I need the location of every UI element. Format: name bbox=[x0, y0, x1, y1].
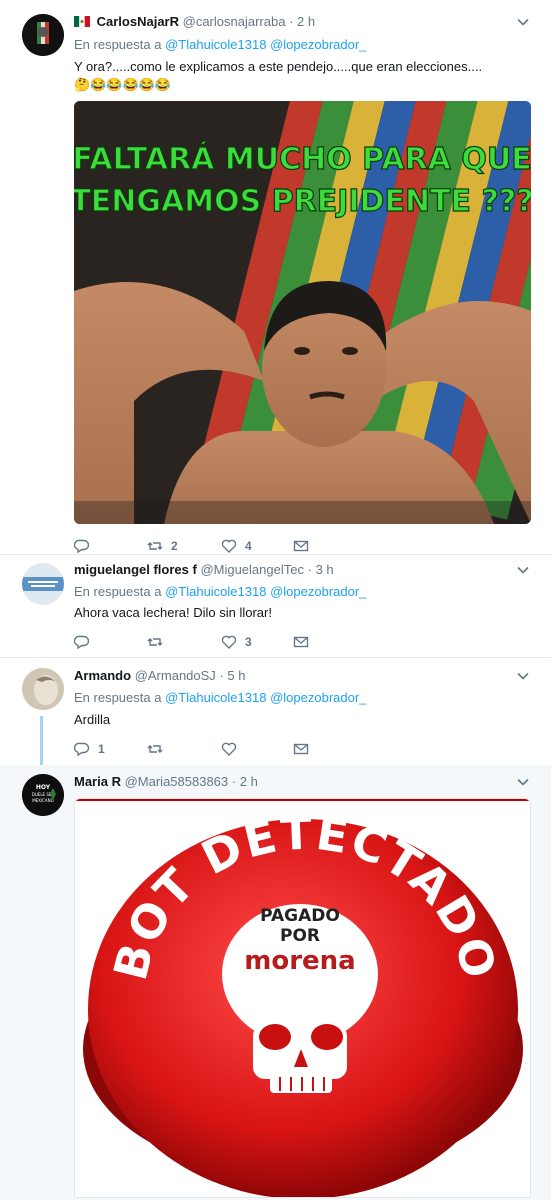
like-count: 3 bbox=[245, 635, 252, 649]
like-button[interactable] bbox=[221, 740, 237, 758]
tweet-header: Maria R @Maria58583863 · 2 h bbox=[74, 774, 258, 789]
tweet-text: Y ora?.....como le explicamos a este pen… bbox=[74, 58, 482, 94]
retweet-button[interactable]: 2 bbox=[147, 537, 178, 555]
reply-context: En respuesta a @Tlahuicole1318 @lopezobr… bbox=[74, 690, 366, 705]
timestamp[interactable]: 5 h bbox=[227, 668, 245, 683]
separator: · bbox=[307, 562, 312, 577]
tweet-maria-r[interactable]: HOY DUELE SER MEXICANO Maria R @Maria585… bbox=[0, 765, 551, 1200]
display-name[interactable]: CarlosNajarR bbox=[97, 14, 179, 29]
avatar[interactable]: HOY DUELE SER MEXICANO bbox=[22, 774, 64, 816]
reply-label: En respuesta a bbox=[74, 584, 162, 599]
avatar-text-line: MEXICANO bbox=[32, 798, 54, 803]
envelope-icon bbox=[293, 540, 309, 552]
thread-connector bbox=[40, 716, 43, 765]
timestamp[interactable]: 2 h bbox=[240, 774, 258, 789]
envelope-icon bbox=[293, 636, 309, 648]
username[interactable]: @carlosnajarraba bbox=[183, 14, 286, 29]
image-caption-line1: FALTARÁ MUCHO PARA QUE bbox=[74, 141, 531, 177]
retweet-icon bbox=[147, 638, 163, 646]
heart-icon bbox=[221, 635, 237, 649]
mention-link[interactable]: @lopezobrador_ bbox=[270, 584, 366, 599]
tweet-emoji-line: 🤔😂😂😂😂😂 bbox=[74, 77, 172, 92]
separator: · bbox=[231, 774, 237, 789]
retweet-icon bbox=[147, 542, 163, 550]
reply-label: En respuesta a bbox=[74, 37, 162, 52]
image-text-line: POR bbox=[280, 926, 320, 946]
direct-message-button[interactable] bbox=[293, 740, 309, 758]
mention-link[interactable]: @lopezobrador_ bbox=[270, 690, 366, 705]
like-button[interactable]: 4 bbox=[221, 537, 252, 555]
retweet-count: 2 bbox=[171, 539, 178, 553]
separator: · bbox=[219, 668, 224, 683]
reply-icon bbox=[74, 742, 90, 757]
tweet-miguelangel[interactable]: miguelangel flores f @MiguelangelTec · 3… bbox=[0, 555, 551, 658]
chevron-down-icon[interactable] bbox=[517, 564, 529, 576]
tweet-carlosnajarr[interactable]: CarlosNajarR @carlosnajarraba · 2 h En r… bbox=[0, 0, 551, 555]
tweet-actions: 2 4 bbox=[74, 537, 454, 555]
tweet-text-line: Y ora?.....como le explicamos a este pen… bbox=[74, 59, 483, 74]
chevron-down-icon[interactable] bbox=[517, 670, 529, 682]
timestamp[interactable]: 3 h bbox=[316, 562, 334, 577]
reply-button[interactable]: 1 bbox=[74, 740, 105, 758]
avatar[interactable] bbox=[22, 668, 64, 710]
separator: · bbox=[289, 14, 294, 29]
reply-context: En respuesta a @Tlahuicole1318 @lopezobr… bbox=[74, 584, 366, 599]
tweet-header: Armando @ArmandoSJ · 5 h bbox=[74, 668, 245, 683]
display-name[interactable]: miguelangel flores f bbox=[74, 562, 197, 577]
direct-message-button[interactable] bbox=[293, 537, 309, 555]
reply-count: 1 bbox=[98, 742, 105, 756]
timestamp[interactable]: 2 h bbox=[297, 14, 315, 29]
image-caption-line2: TENGAMOS PREJIDENTE ??? bbox=[74, 184, 531, 219]
reply-context: En respuesta a @Tlahuicole1318 @lopezobr… bbox=[74, 37, 366, 52]
direct-message-button[interactable] bbox=[293, 633, 309, 651]
tweet-text: Ardilla bbox=[74, 712, 111, 727]
mention-link[interactable]: @Tlahuicole1318 bbox=[165, 584, 266, 599]
display-name[interactable]: Maria R bbox=[74, 774, 121, 789]
tweet-header: miguelangel flores f @MiguelangelTec · 3… bbox=[74, 562, 334, 577]
like-count: 4 bbox=[245, 539, 252, 553]
tweet-actions: 3 bbox=[74, 633, 454, 651]
tweet-actions: 1 bbox=[74, 740, 454, 758]
image-brand-text: morena bbox=[244, 946, 355, 976]
reply-icon bbox=[74, 635, 90, 650]
username[interactable]: @ArmandoSJ bbox=[135, 668, 216, 683]
reply-icon bbox=[74, 539, 90, 554]
tweet-text: Ahora vaca lechera! Dilo sin llorar! bbox=[74, 605, 272, 620]
like-button[interactable]: 3 bbox=[221, 633, 252, 651]
heart-icon bbox=[221, 742, 237, 756]
retweet-icon bbox=[147, 745, 163, 753]
tweet-image[interactable]: FALTARÁ MUCHO PARA QUE TENGAMOS PREJIDEN… bbox=[74, 101, 531, 524]
image-text-line: PAGADO bbox=[260, 906, 340, 926]
avatar[interactable] bbox=[22, 14, 64, 56]
reply-button[interactable] bbox=[74, 633, 90, 651]
chevron-down-icon[interactable] bbox=[517, 776, 529, 788]
retweet-button[interactable] bbox=[147, 740, 163, 758]
username[interactable]: @Maria58583863 bbox=[125, 774, 229, 789]
tweet-armando[interactable]: Armando @ArmandoSJ · 5 h En respuesta a … bbox=[0, 658, 551, 765]
mention-link[interactable]: @Tlahuicole1318 bbox=[165, 690, 266, 705]
reply-label: En respuesta a bbox=[74, 690, 162, 705]
retweet-button[interactable] bbox=[147, 633, 163, 651]
username[interactable]: @MiguelangelTec bbox=[200, 562, 304, 577]
avatar[interactable] bbox=[22, 563, 64, 605]
tweet-header: CarlosNajarR @carlosnajarraba · 2 h bbox=[74, 14, 315, 29]
display-name[interactable]: Armando bbox=[74, 668, 131, 683]
heart-icon bbox=[221, 539, 237, 553]
mexico-flag-icon bbox=[74, 16, 90, 27]
chevron-down-icon[interactable] bbox=[517, 16, 529, 28]
mention-link[interactable]: @lopezobrador_ bbox=[270, 37, 366, 52]
reply-button[interactable] bbox=[74, 537, 90, 555]
mention-link[interactable]: @Tlahuicole1318 bbox=[165, 37, 266, 52]
tweet-image[interactable]: BOT DETECTADO PAGADO POR morena bbox=[74, 798, 531, 1198]
avatar-text-line: HOY bbox=[36, 784, 51, 791]
envelope-icon bbox=[293, 743, 309, 755]
